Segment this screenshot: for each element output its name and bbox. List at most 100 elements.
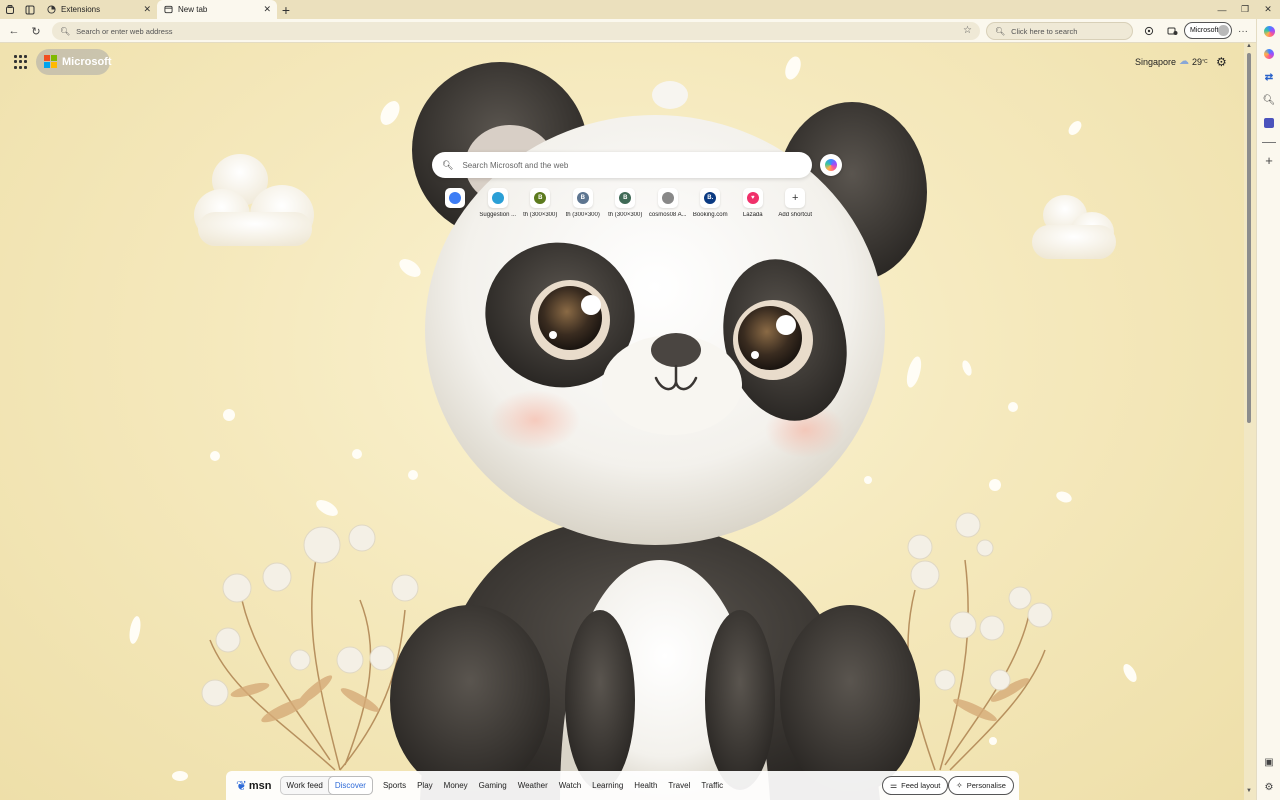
restore-button[interactable]: ❐ (1233, 0, 1257, 19)
feed-layout-button[interactable]: ⚌ Feed layout (882, 776, 949, 795)
sidebar-settings-icon[interactable]: ⚙ (1261, 779, 1277, 795)
feed-nav-sports[interactable]: Sports (383, 781, 406, 790)
feed-nav-gaming[interactable]: Gaming (479, 781, 507, 790)
msn-logo[interactable]: ❦ msn (236, 778, 272, 794)
sidebar-divider (1262, 142, 1276, 143)
shortcut-tile[interactable]: Bth (300×300) (519, 188, 562, 218)
shortcut-tile[interactable]: cosmos08 A... (647, 188, 690, 218)
feed-nav-money[interactable]: Money (444, 781, 468, 790)
tab-new-tab[interactable]: New tab ✕ (157, 0, 277, 19)
cloud-right (1032, 195, 1116, 259)
address-placeholder: Search or enter web address (76, 26, 173, 36)
panda-arm-left (565, 610, 635, 790)
tab-extensions[interactable]: Extensions ✕ (40, 0, 157, 19)
tab-label: New tab (178, 5, 208, 14)
ntp-search-box[interactable]: 🔍︎ Search Microsoft and the web (432, 152, 812, 178)
segment-work-feed[interactable]: Work feed (281, 777, 329, 794)
shortcut-icon: B (576, 192, 589, 204)
page-settings-gear-icon[interactable]: ⚙ (1216, 55, 1227, 69)
close-window-button[interactable]: ✕ (1256, 0, 1280, 19)
shortcut-icon (661, 192, 674, 204)
shortcut-favicon: B (615, 188, 636, 208)
shortcut-tile[interactable]: Suggestion ... (477, 188, 520, 218)
favorite-star-icon[interactable]: ☆ (963, 25, 972, 36)
plant-left-leaves (230, 675, 380, 723)
scroll-down-arrow-icon[interactable]: ▼ (1246, 788, 1252, 794)
shortcut-label: th (300×300) (523, 212, 558, 218)
feed-nav-watch[interactable]: Watch (559, 781, 581, 790)
tab-actions-icon[interactable] (20, 0, 40, 19)
profile-label: Microsoft (1190, 27, 1219, 34)
address-bar[interactable]: 🔍︎ Search or enter web address ☆ (52, 22, 980, 40)
workspaces-icon[interactable] (0, 0, 20, 19)
copilot-secondary-icon[interactable] (1261, 46, 1277, 62)
translate-icon[interactable]: ⇄ (1261, 69, 1277, 85)
feed-nav-play[interactable]: Play (417, 781, 433, 790)
extensions-toolbar-icon[interactable] (1140, 22, 1158, 40)
panda-arm-right (705, 610, 775, 790)
feed-nav-learning[interactable]: Learning (592, 781, 623, 790)
shortcut-label: th (300×300) (608, 212, 643, 218)
search-icon: 🔍︎ (60, 26, 71, 36)
feed-nav-traffic[interactable]: Traffic (701, 781, 723, 790)
toolbar-search-box[interactable]: 🔍︎ Click here to search (986, 22, 1133, 40)
shortcut-label: Suggestion ... (479, 212, 517, 218)
feed-nav-health[interactable]: Health (634, 781, 657, 790)
screenshot-icon[interactable]: ▣ (1261, 754, 1277, 770)
panda-eye-right (738, 306, 802, 370)
shortcut-favicon (445, 188, 466, 208)
brand-name: Microsoft (62, 56, 112, 68)
shortcut-label: Booking.com (692, 212, 728, 218)
cloud-left (194, 154, 314, 246)
shortcut-favicon: B (572, 188, 593, 208)
copilot-button[interactable] (820, 154, 842, 176)
panda-leg-right (780, 605, 920, 795)
profile-button[interactable]: Microsoft (1184, 22, 1232, 39)
msn-butterfly-icon: ❦ (236, 777, 247, 793)
close-icon[interactable]: ✕ (143, 4, 151, 15)
back-icon[interactable]: ← (5, 22, 23, 40)
page-scrollbar[interactable]: ▲ ▼ (1244, 43, 1254, 800)
browser-essentials-icon[interactable] (1163, 22, 1181, 40)
new-tab-button[interactable]: + (277, 0, 295, 19)
shortcut-tile[interactable]: ♥ Lazada (732, 188, 775, 218)
shortcut-icon: + (789, 192, 802, 204)
minimize-button[interactable]: — (1210, 0, 1234, 19)
copilot-sidebar-icon[interactable] (1261, 23, 1277, 39)
feed-segment-toggle: Work feed Discover (279, 776, 373, 795)
microsoft-logo-icon (44, 55, 58, 69)
toolbar-search-placeholder: Click here to search (1011, 26, 1078, 36)
cloudy-icon: ☁ (1179, 56, 1190, 67)
refresh-icon[interactable]: ↻ (27, 22, 45, 40)
add-shortcut-button[interactable]: + Add shortcut (774, 188, 817, 218)
ntp-search-placeholder: Search Microsoft and the web (462, 160, 569, 170)
shortcut-tile[interactable]: Bth (300×300) (562, 188, 605, 218)
shortcut-tile[interactable]: B. Booking.com (689, 188, 732, 218)
feed-nav-travel[interactable]: Travel (668, 781, 690, 790)
shortcut-icon: ♥ (746, 192, 759, 204)
weather-widget[interactable]: Singapore ☁ 29 °C (1135, 56, 1208, 67)
tab-label: Extensions (61, 5, 101, 14)
more-menu-icon[interactable]: ··· (1234, 22, 1252, 40)
scroll-up-arrow-icon[interactable]: ▲ (1246, 43, 1252, 49)
search-sidebar-icon[interactable]: 🔍︎ (1261, 92, 1277, 108)
microsoft-logo-button[interactable]: Microsoft (36, 49, 112, 75)
panda-nose (651, 333, 701, 367)
personalise-button[interactable]: ✧ Personalise (948, 776, 1014, 795)
feed-nav-weather[interactable]: Weather (518, 781, 548, 790)
plant-right-puffs (907, 512, 1053, 691)
shortcuts-row: Suggestion ... Bth (300×300) Bth (300×300)… (434, 188, 817, 218)
segment-discover[interactable]: Discover (328, 777, 372, 794)
close-icon[interactable]: ✕ (263, 4, 271, 15)
scroll-thumb[interactable] (1247, 53, 1251, 423)
teams-icon[interactable] (1261, 115, 1277, 131)
shortcut-tile[interactable] (434, 188, 477, 218)
add-sidebar-app-icon[interactable]: + (1261, 152, 1277, 168)
shortcut-tile[interactable]: Bth (300×300) (604, 188, 647, 218)
app-launcher-icon[interactable] (14, 55, 30, 69)
extensions-icon (46, 5, 56, 15)
weather-city: Singapore (1135, 56, 1177, 67)
shortcut-label: Add shortcut (778, 212, 813, 218)
toolbar: ← ↻ 🔍︎ Search or enter web address ☆ 🔍︎ … (0, 19, 1280, 43)
shortcut-favicon: B. (700, 188, 721, 208)
